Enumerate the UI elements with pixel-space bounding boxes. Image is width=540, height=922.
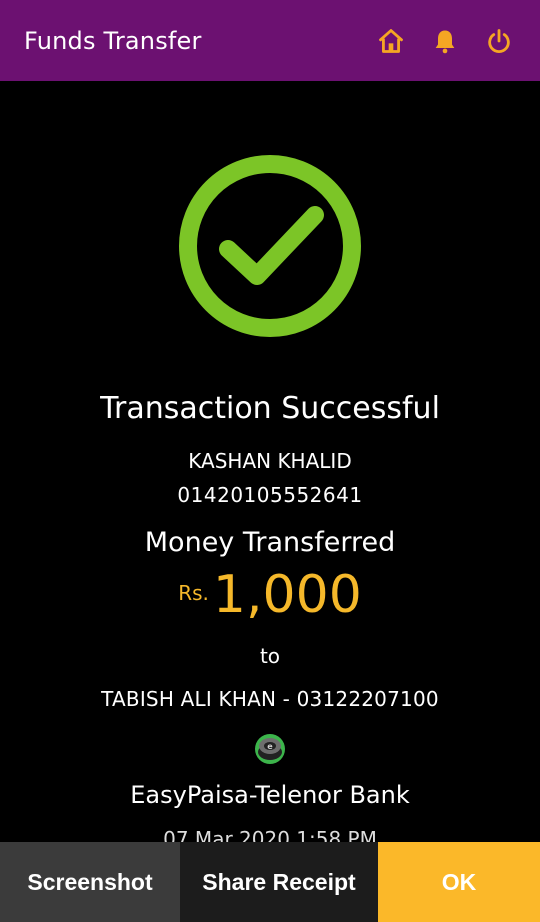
recipient-details: TABISH ALI KHAN - 03122207100 (101, 687, 439, 711)
bell-icon (435, 30, 455, 53)
share-receipt-button[interactable]: Share Receipt (180, 842, 378, 922)
screenshot-button[interactable]: Screenshot (0, 842, 180, 922)
transaction-result: Transaction Successful KASHAN KHALID 014… (0, 81, 540, 842)
sender-name: KASHAN KHALID (188, 449, 352, 473)
to-label: to (259, 644, 281, 668)
amount-display: Rs. 1,000 (0, 569, 540, 621)
power-icon (488, 28, 510, 53)
logout-button[interactable] (472, 14, 526, 68)
sender-account: 01420105552641 (177, 483, 363, 507)
bank-name: EasyPaisa-Telenor Bank (130, 781, 410, 809)
status-indicator (178, 154, 362, 338)
app-bar: Funds Transfer (0, 0, 540, 81)
currency-label: Rs. (178, 581, 209, 605)
check-circle-icon (179, 155, 361, 337)
notifications-button[interactable] (418, 14, 472, 68)
amount-value: 1,000 (212, 565, 362, 625)
svg-text:e: e (267, 742, 273, 751)
action-bar: Screenshot Share Receipt OK (0, 842, 540, 922)
ok-button[interactable]: OK (378, 842, 540, 922)
easypaisa-logo-icon: e (254, 733, 286, 765)
status-title: Transaction Successful (100, 391, 440, 426)
app-bar-actions (364, 14, 526, 68)
transaction-timestamp: 07 Mar 2020 1:58 PM (163, 827, 377, 842)
home-icon (379, 28, 403, 53)
page-title: Funds Transfer (24, 26, 202, 55)
home-button[interactable] (364, 14, 418, 68)
money-transferred-label: Money Transferred (144, 527, 396, 558)
